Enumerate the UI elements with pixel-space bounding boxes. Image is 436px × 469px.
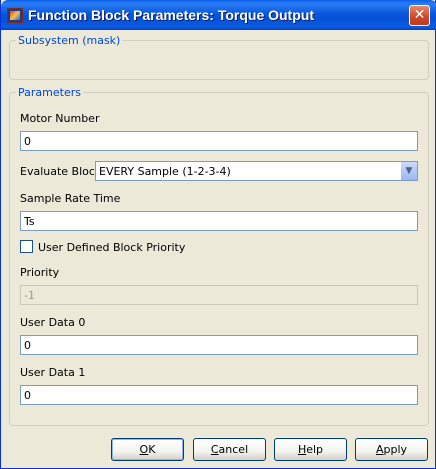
close-icon: ✕ <box>413 7 426 23</box>
ok-mnemonic: O <box>139 443 149 456</box>
user-priority-checkbox[interactable] <box>20 240 33 253</box>
dialog-window: Function Block Parameters: Torque Output… <box>0 0 436 469</box>
user-data-1-field[interactable]: 0 <box>20 385 418 405</box>
window-title: Function Block Parameters: Torque Output <box>28 7 314 23</box>
simulink-app-icon <box>7 8 23 23</box>
help-label: elp <box>306 443 324 456</box>
apply-label: pply <box>383 443 408 456</box>
motor-number-label: Motor Number <box>20 112 100 125</box>
apply-button[interactable]: Apply <box>355 438 428 461</box>
cancel-mnemonic: C <box>210 443 219 456</box>
evaluate-block-label: Evaluate Block <box>20 165 102 178</box>
title-bar[interactable]: Function Block Parameters: Torque Output… <box>1 0 436 30</box>
parameters-group-legend: Parameters <box>18 86 81 99</box>
priority-label: Priority <box>20 266 60 279</box>
mask-group: Subsystem (mask) <box>9 34 429 80</box>
motor-number-field[interactable]: 0 <box>20 131 418 151</box>
sample-rate-field[interactable]: Ts <box>20 211 418 231</box>
ok-label: K <box>148 443 156 456</box>
chevron-down-icon[interactable]: ▼ <box>400 162 417 180</box>
user-data-0-field[interactable]: 0 <box>20 335 418 355</box>
user-priority-label: User Defined Block Priority <box>38 241 186 254</box>
ok-button[interactable]: OK <box>111 438 184 461</box>
sample-rate-label: Sample Rate Time <box>20 192 121 205</box>
evaluate-block-value: EVERY Sample (1-2-3-4) <box>99 165 231 178</box>
cancel-label: ancel <box>218 443 249 456</box>
help-button[interactable]: Help <box>274 438 347 461</box>
help-mnemonic: H <box>297 443 307 456</box>
mask-group-legend: Subsystem (mask) <box>18 34 121 47</box>
close-button[interactable]: ✕ <box>409 5 430 26</box>
priority-field: -1 <box>20 285 418 305</box>
cancel-button[interactable]: Cancel <box>193 438 266 461</box>
evaluate-block-dropdown[interactable]: EVERY Sample (1-2-3-4) ▼ <box>95 161 418 181</box>
user-data-1-label: User Data 1 <box>20 366 86 379</box>
user-data-0-label: User Data 0 <box>20 316 86 329</box>
apply-mnemonic: A <box>375 443 384 456</box>
